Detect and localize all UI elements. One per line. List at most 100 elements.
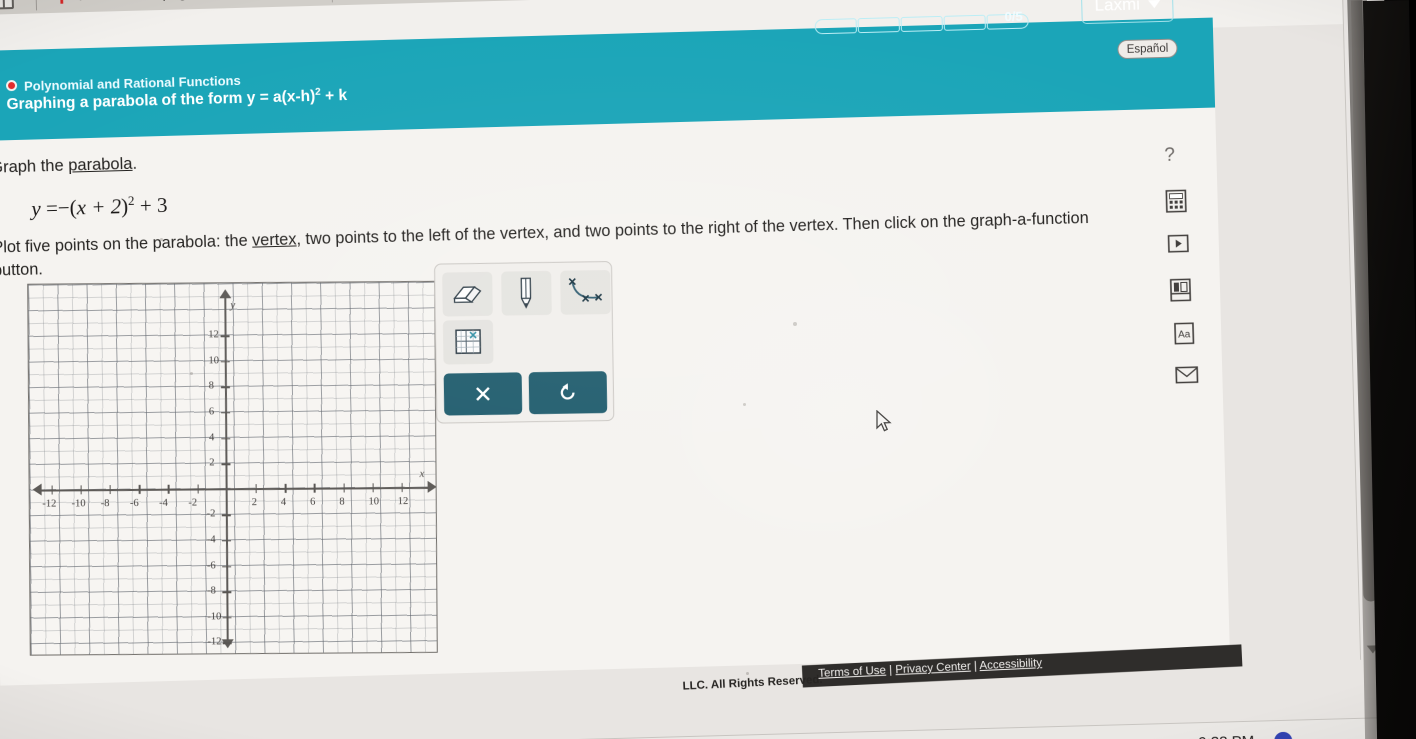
chevron-down-icon (1147, 0, 1161, 8)
y-tick-label: 8 (208, 380, 215, 392)
equation-constant: + 3 (139, 192, 168, 218)
x-tick (138, 484, 141, 494)
y-tick (222, 565, 232, 568)
y-tick-label: 12 (208, 329, 219, 341)
photo-of-monitor: Y Article - Webpage Links for... A https… (0, 0, 1416, 739)
progress-count: 0/5 (1004, 8, 1023, 25)
equation-exponent: 2 (127, 192, 135, 208)
x-axis-arrow-right-icon (427, 480, 437, 493)
y-tick (222, 642, 232, 645)
divider (35, 0, 38, 11)
prompt-end: . (132, 154, 138, 173)
y-tick (221, 514, 231, 517)
footer-separator: | (973, 660, 978, 673)
new-window-icon[interactable] (0, 0, 14, 10)
footer-separator: | (888, 664, 893, 677)
dust-speck (190, 372, 193, 375)
y-tick (222, 591, 232, 593)
equation-lhs: y (31, 196, 42, 221)
graph-a-function-tool[interactable] (442, 319, 494, 365)
y-tick (220, 361, 230, 363)
instruction-part-1: Plot five points on the parabola: the (0, 231, 253, 257)
x-tick (313, 483, 316, 493)
y-tick-label: -8 (207, 585, 216, 597)
y-tick (220, 335, 230, 337)
x-tick-label: -6 (129, 497, 139, 509)
y-tick-label: -12 (207, 636, 222, 648)
y-tick-label: 4 (209, 431, 215, 444)
taskbar-clock[interactable]: 9:38 PM (1198, 733, 1254, 739)
equation-sign: − (57, 195, 70, 220)
x-tick-label: -8 (100, 497, 110, 509)
language-button[interactable]: Español (1117, 38, 1178, 60)
user-menu-button[interactable]: Laxmi (1080, 0, 1174, 25)
x-tick (109, 485, 112, 495)
pencil-tool[interactable] (501, 270, 552, 316)
eraser-tool[interactable] (442, 271, 493, 317)
x-tick (401, 483, 404, 493)
x-tick-label: -2 (188, 497, 198, 509)
x-tick-label: 4 (280, 496, 287, 508)
x-tick-label: 8 (339, 496, 345, 508)
x-tick-label: 6 (310, 496, 316, 508)
vertex-glossary-link[interactable]: vertex (252, 230, 297, 249)
drawing-tool-palette (434, 261, 615, 424)
grid-major (28, 281, 437, 655)
bell-icon[interactable] (1274, 731, 1293, 739)
windows-taskbar: 9:38 PM (0, 716, 1405, 739)
user-name: Laxmi (1094, 0, 1141, 15)
y-tick (221, 540, 232, 542)
reference-icon[interactable] (1169, 278, 1192, 307)
calculator-icon[interactable] (1165, 189, 1187, 218)
y-tick-label: 6 (208, 406, 215, 418)
progress-segment (814, 18, 857, 35)
y-tick (221, 463, 231, 465)
y-tick-label: -4 (206, 534, 216, 546)
prompt-lead: Graph the (0, 156, 64, 177)
y-tick-label: -2 (206, 508, 216, 520)
y-tick (221, 437, 231, 440)
clear-button[interactable] (443, 372, 523, 416)
curve-tool[interactable] (560, 270, 611, 315)
mouse-cursor (876, 409, 894, 439)
y-tick-label: -10 (207, 611, 222, 623)
x-tick-label: 2 (251, 496, 258, 508)
x-tick-label: 12 (397, 495, 409, 507)
y-tick-label: -6 (206, 559, 216, 572)
coordinate-graph[interactable]: x y -12 -10 -8 -6 -4 -2 2 4 6 8 10 12 12 10 8 6 4 2 -2 -4 -… (27, 280, 438, 656)
x-tick (197, 484, 199, 494)
message-icon[interactable] (1175, 366, 1199, 389)
lesson-title-tail: + k (320, 87, 348, 105)
equation-inner: x + 2 (76, 194, 122, 220)
parabola-glossary-link[interactable]: parabola (68, 155, 133, 175)
y-tick (221, 412, 231, 414)
video-icon[interactable] (1167, 234, 1190, 258)
y-axis-label: y (230, 299, 236, 312)
y-tick-label: 10 (208, 355, 220, 367)
undo-button[interactable] (528, 371, 608, 415)
x-tick-label: -12 (42, 498, 57, 510)
y-axis-arrow-up-icon (219, 289, 232, 299)
progress-segment (943, 14, 986, 31)
x-tick (255, 484, 258, 494)
browser-tab-title[interactable]: Article - Webpage Links for... (79, 0, 264, 4)
x-tick-label: -10 (71, 498, 86, 510)
dust-speck (793, 322, 797, 326)
x-tick-label: 10 (368, 496, 380, 508)
instruction-part-3: button. (0, 260, 44, 280)
progress-segment (857, 17, 900, 34)
y-tick (220, 386, 230, 389)
dust-speck (743, 403, 746, 406)
text-size-icon[interactable]: Aa (1174, 322, 1195, 350)
footer-copyright: LLC. All Rights Reserved. (682, 673, 823, 693)
yahoo-y-icon: Y (51, 0, 72, 9)
x-tick (284, 483, 287, 493)
x-tick (51, 485, 53, 495)
progress-segment (900, 15, 943, 33)
x-axis-arrow-left-icon (32, 483, 42, 496)
problem-equation: y =−(x + 2)2 + 3 (31, 192, 168, 222)
graph-prompt: Graph the parabola. (0, 155, 137, 178)
x-axis-label: x (419, 467, 425, 480)
svg-text:Aa: Aa (1178, 329, 1191, 340)
help-icon[interactable]: ? (1164, 145, 1175, 167)
